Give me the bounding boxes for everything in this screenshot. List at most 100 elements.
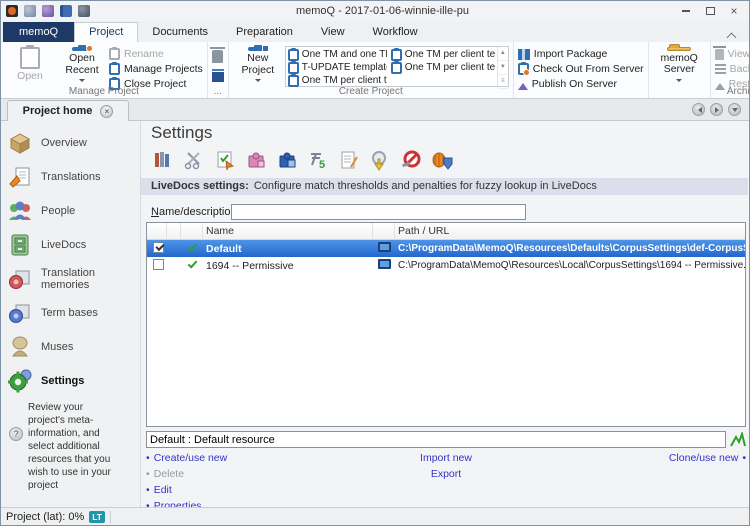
server-folder-icon <box>667 47 691 51</box>
help-icon[interactable] <box>24 5 36 17</box>
tab-view[interactable]: View <box>307 23 359 42</box>
collapse-ribbon-icon[interactable] <box>725 30 739 42</box>
export-path-rules-icon[interactable] <box>368 148 392 172</box>
window-title: memoQ - 2017-01-06-winnie-ille-pu <box>90 5 675 17</box>
rename-button[interactable]: Rename <box>109 48 203 60</box>
row-checkbox[interactable] <box>153 242 164 253</box>
open-recent-icon <box>72 47 92 51</box>
title-bar: memoQ - 2017-01-06-winnie-ille-pu × <box>1 1 749 21</box>
new-project-button[interactable]: New Project <box>233 44 283 85</box>
template-item[interactable]: One TM per client template <box>391 61 495 74</box>
tab-project[interactable]: Project <box>74 22 138 42</box>
auto-translation-rules-icon[interactable]: 5 <box>306 148 330 172</box>
table-row[interactable]: Default C:\ProgramData\MemoQ\Resources\D… <box>147 240 745 257</box>
sidebar-item-livedocs[interactable]: LiveDocs <box>7 229 140 261</box>
chevron-down-icon <box>676 79 682 85</box>
header-location-column <box>373 223 395 239</box>
group-label-create-project: Create Project <box>229 86 513 97</box>
name-description-input[interactable] <box>231 204 526 220</box>
table-header: Name Path / URL <box>147 223 745 240</box>
info-bar-title: LiveDocs settings: <box>151 180 249 192</box>
sidebar-item-settings[interactable]: Settings <box>7 365 140 397</box>
muses-icon <box>7 334 33 360</box>
nav-forward-button[interactable] <box>710 103 723 116</box>
group-misc: ... <box>208 42 229 98</box>
open-recent-button[interactable]: Open Recent <box>57 44 107 85</box>
clone-use-new-link[interactable]: Clone/use new• <box>546 452 746 464</box>
back-up-button[interactable]: Back Up <box>715 63 750 75</box>
export-link[interactable]: Export <box>346 468 546 480</box>
open-button[interactable]: Open <box>5 44 55 85</box>
nav-back-button[interactable] <box>692 103 705 116</box>
row-name: 1694 -- Permissive <box>203 260 373 272</box>
tab-project-home[interactable]: Project home × <box>7 100 129 121</box>
header-name[interactable]: Name <box>203 223 373 239</box>
memoq-logo-icon[interactable] <box>6 5 18 17</box>
publish-on-server-button[interactable]: Publish On Server <box>518 78 644 90</box>
header-status-column <box>181 223 203 239</box>
create-use-new-link[interactable]: •Create/use new <box>146 452 346 464</box>
check-out-from-server-button[interactable]: Check Out From Server <box>518 63 644 75</box>
tab-memoq[interactable]: memoQ <box>3 22 74 42</box>
move-to-recycle-bin-icon[interactable] <box>212 50 223 63</box>
maximize-button[interactable] <box>699 3 721 19</box>
edit-link[interactable]: •Edit <box>146 484 346 496</box>
quick-settings-icon[interactable] <box>78 5 90 17</box>
people-icon <box>7 198 33 224</box>
lqa-models-icon[interactable] <box>430 148 454 172</box>
view-recycle-bin-icon <box>715 49 724 60</box>
scroll-up-icon[interactable]: ▲ <box>498 47 508 61</box>
livedocs-settings-icon[interactable] <box>275 148 299 172</box>
resource-description-input[interactable] <box>146 431 726 448</box>
tab-preparation[interactable]: Preparation <box>222 23 307 42</box>
stop-word-lists-icon[interactable] <box>399 148 423 172</box>
category-info-bar: LiveDocs settings:Configure match thresh… <box>141 178 748 195</box>
sidebar-item-muses[interactable]: Muses <box>7 331 140 363</box>
tab-workflow[interactable]: Workflow <box>359 23 432 42</box>
template-item[interactable]: T-UPDATE template <box>288 61 387 74</box>
general-settings-icon[interactable] <box>151 148 175 172</box>
sidebar-item-overview[interactable]: Overview <box>7 127 140 159</box>
ribbon-tab-bar: memoQ Project Documents Preparation View… <box>1 21 749 42</box>
qa-settings-icon[interactable] <box>213 148 237 172</box>
group-memoq-server: memoQ Server <box>649 42 711 98</box>
close-button[interactable]: × <box>723 3 745 19</box>
memoq-server-button[interactable]: memoQ Server <box>653 44 706 85</box>
tm-settings-icon[interactable] <box>244 148 268 172</box>
manage-projects-button[interactable]: Manage Projects <box>109 63 203 75</box>
template-scrollbar[interactable]: ▲ ▼ ≡ <box>497 47 508 86</box>
sidebar-item-translations[interactable]: Translations <box>7 161 140 193</box>
nav-dropdown-button[interactable] <box>728 103 741 116</box>
archive-project-icon[interactable] <box>212 72 224 82</box>
open-icon <box>20 47 40 69</box>
resource-console-icon[interactable] <box>60 5 72 17</box>
segmentation-rules-icon[interactable] <box>182 148 206 172</box>
template-item[interactable]: One TM per client template 2 <box>391 48 495 61</box>
group-label-misc: ... <box>208 86 228 97</box>
sidebar-item-translation-memories[interactable]: Translation memories <box>7 263 140 295</box>
import-package-button[interactable]: Import Package <box>518 48 644 60</box>
template-item[interactable]: One TM and one TB per ... <box>288 48 387 61</box>
minimize-button[interactable] <box>675 3 697 19</box>
resource-table: Name Path / URL Default C:\ProgramData\M… <box>146 222 746 427</box>
tab-documents[interactable]: Documents <box>138 23 222 42</box>
options-icon[interactable] <box>42 5 54 17</box>
ignore-lists-icon[interactable] <box>337 148 361 172</box>
table-row[interactable]: 1694 -- Permissive C:\ProgramData\MemoQ\… <box>147 257 745 274</box>
translations-icon <box>7 164 33 190</box>
group-create-project: New Project One TM and one TB per ... T-… <box>229 42 514 98</box>
group-server-actions: Import Package Check Out From Server Pub… <box>514 42 649 98</box>
import-new-link[interactable]: Import new <box>346 452 546 464</box>
close-tab-icon[interactable]: × <box>100 105 113 118</box>
delete-link[interactable]: •Delete <box>146 468 346 480</box>
language-terminal-badge[interactable]: LT <box>89 511 105 523</box>
sidebar-item-term-bases[interactable]: Term bases <box>7 297 140 329</box>
edit-description-icon[interactable] <box>730 432 746 448</box>
header-path-url[interactable]: Path / URL <box>395 223 745 239</box>
view-recycle-bin-button[interactable]: View Recycle Bin <box>715 48 750 60</box>
row-checkbox[interactable] <box>153 259 164 270</box>
scroll-down-icon[interactable]: ▼ <box>498 61 508 75</box>
publish-icon <box>518 78 528 90</box>
group-label-archive-backup: Archive/Backup <box>711 86 750 97</box>
sidebar-item-people[interactable]: People <box>7 195 140 227</box>
